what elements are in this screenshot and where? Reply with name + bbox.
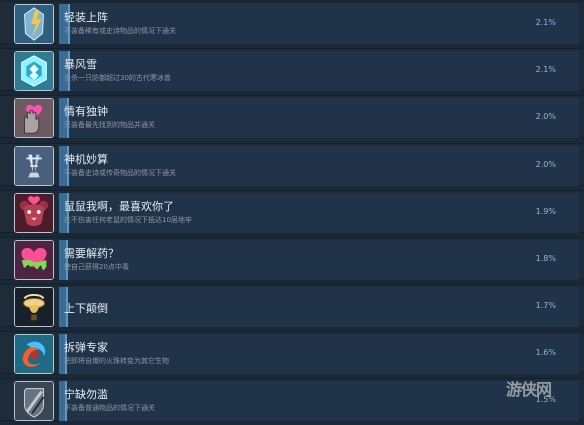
- rat-heart-icon: [14, 193, 54, 233]
- achievement-description: 击杀一只防御超过30的古代寒冰兽: [64, 74, 171, 82]
- fire-swirl-icon: [14, 334, 54, 374]
- achievement-percent: 2.1%: [535, 18, 556, 27]
- progress-fill: [59, 240, 68, 280]
- achievement-title: 宁缺勿滥: [64, 388, 108, 401]
- achievement-description: 把即将自爆的火珠转变为其它生物: [64, 357, 169, 365]
- achievement-percent: 1.6%: [535, 348, 556, 357]
- ice-crystal-icon: [14, 51, 54, 91]
- progress-fill: [59, 334, 67, 374]
- achievement-percent: 1.7%: [535, 301, 556, 310]
- progress-fill: [59, 98, 69, 138]
- achievement-title: 情有独钟: [64, 105, 108, 118]
- achievement-row-1[interactable]: 暴风雪 击杀一只防御超过30的古代寒冰兽 2.1%: [0, 48, 584, 91]
- achievement-row-2[interactable]: 情有独钟 只装备最先找到的物品并通关 2.0%: [0, 95, 584, 138]
- hand-heart-icon: [14, 98, 54, 138]
- achievement-percent: 2.0%: [535, 112, 556, 121]
- achievement-percent: 1.5%: [535, 395, 556, 404]
- progress-track: [59, 334, 579, 374]
- progress-track: [59, 240, 579, 280]
- achievement-row-7[interactable]: 拆弹专家 把即将自爆的火珠转变为其它生物 1.6%: [0, 331, 584, 374]
- achievement-list: 轻装上阵 不装备稀有或史诗物品的情况下通关 2.1% 暴风雪 击杀一只防御超过3…: [0, 0, 584, 425]
- progress-fill: [59, 146, 69, 186]
- upside-down-icon: [14, 287, 54, 327]
- achievement-title: 轻装上阵: [64, 11, 108, 24]
- shield-slash-icon: [14, 381, 54, 421]
- progress-fill: [59, 51, 70, 91]
- progress-fill: [59, 4, 70, 44]
- achievement-title: 暴风雪: [64, 58, 97, 71]
- achievement-percent: 1.9%: [535, 207, 556, 216]
- achievement-title: 需要解药？: [64, 247, 119, 260]
- achievement-description: 不装备普通物品的情况下通关: [64, 404, 155, 412]
- achievement-row-3[interactable]: 神机妙算 不装备史诗或传奇物品的情况下通关 2.0%: [0, 143, 584, 186]
- achievement-row-6[interactable]: 上下颠倒 1.7%: [0, 284, 584, 327]
- progress-fill: [59, 381, 67, 421]
- achievement-row-8[interactable]: 宁缺勿滥 不装备普通物品的情况下通关 1.5%: [0, 378, 584, 421]
- armor-bolt-icon: [14, 4, 54, 44]
- achievement-title: 拆弹专家: [64, 341, 108, 354]
- achievement-title: 上下颠倒: [64, 302, 108, 315]
- progress-track: [59, 51, 579, 91]
- achievement-title: 神机妙算: [64, 153, 108, 166]
- achievement-description: 不装备史诗或传奇物品的情况下通关: [64, 169, 176, 177]
- trophy-blades-icon: [14, 146, 54, 186]
- achievement-title: 鼠鼠我啊，最喜欢你了: [64, 200, 174, 213]
- achievement-percent: 2.0%: [535, 160, 556, 169]
- achievement-description: 不装备稀有或史诗物品的情况下通关: [64, 27, 176, 35]
- slime-heart-icon: [14, 240, 54, 280]
- progress-fill: [59, 193, 69, 233]
- achievement-description: 使自己获得20点中毒: [64, 263, 129, 271]
- achievement-percent: 1.8%: [535, 254, 556, 263]
- achievement-percent: 2.1%: [535, 65, 556, 74]
- progress-track: [59, 98, 579, 138]
- achievement-row-4[interactable]: 鼠鼠我啊，最喜欢你了 在不伤害任何老鼠的情况下抵达10层地牢 1.9%: [0, 190, 584, 233]
- achievement-description: 在不伤害任何老鼠的情况下抵达10层地牢: [64, 216, 192, 224]
- achievement-row-0[interactable]: 轻装上阵 不装备稀有或史诗物品的情况下通关 2.1%: [0, 1, 584, 44]
- achievement-description: 只装备最先找到的物品并通关: [64, 121, 155, 129]
- progress-track: [59, 381, 579, 421]
- progress-track: [59, 146, 579, 186]
- progress-track: [59, 4, 579, 44]
- progress-track: [59, 193, 579, 233]
- achievement-row-5[interactable]: 需要解药？ 使自己获得20点中毒 1.8%: [0, 237, 584, 280]
- progress-track: [59, 287, 579, 327]
